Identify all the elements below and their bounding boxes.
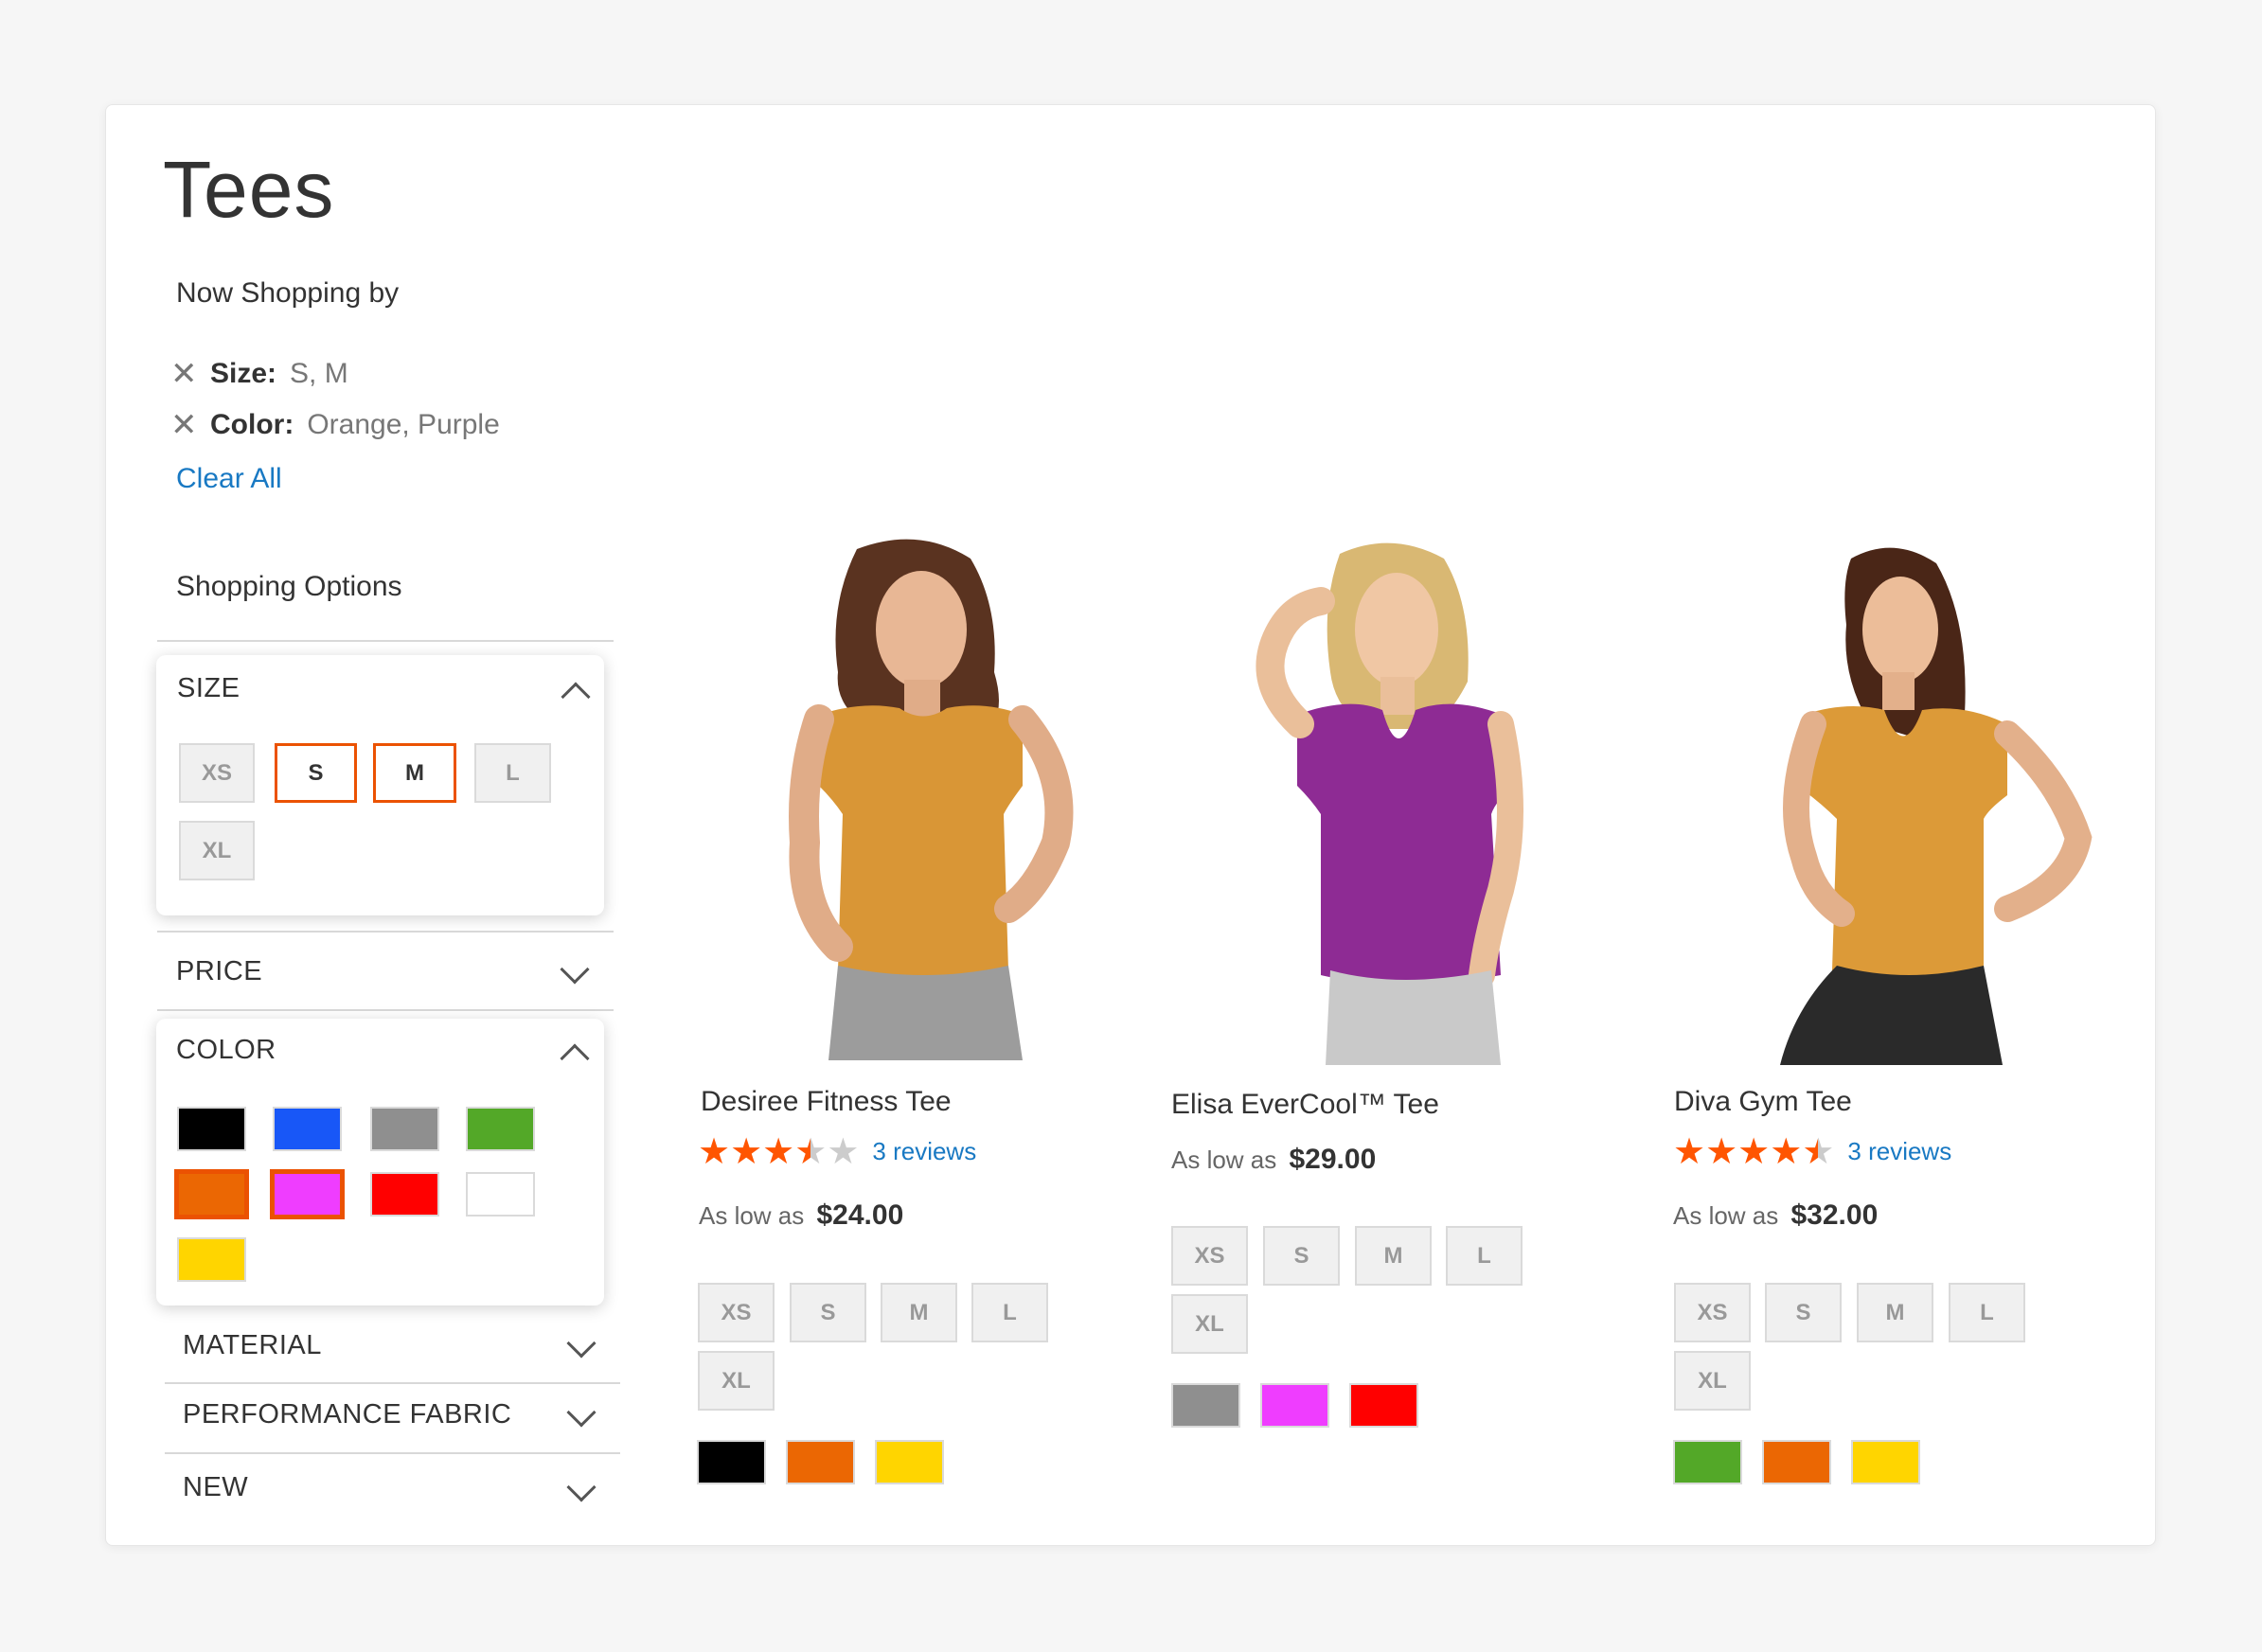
new-filter-title[interactable]: NEW <box>183 1472 248 1503</box>
product-size-swatch[interactable]: L <box>1446 1226 1523 1286</box>
now-shopping-heading: Now Shopping by <box>176 277 400 309</box>
star-icon: ★ <box>827 1130 860 1172</box>
divider <box>165 1452 620 1454</box>
half-star-icon: ★ <box>794 1130 828 1172</box>
price-prefix: As low as <box>1673 1201 1779 1230</box>
clear-all-link[interactable]: Clear All <box>176 463 282 495</box>
price-prefix: As low as <box>699 1201 805 1230</box>
active-filter-name: Color: <box>210 409 294 440</box>
active-filter-value: S, M <box>290 358 348 389</box>
divider <box>157 931 614 933</box>
color-swatch-orange[interactable] <box>174 1169 249 1219</box>
product-name[interactable]: Diva Gym Tee <box>1674 1086 1852 1118</box>
product-color-swatch[interactable] <box>1762 1440 1831 1484</box>
star-icon: ★ <box>1673 1130 1706 1172</box>
product-size-swatch[interactable]: M <box>1857 1283 1933 1342</box>
size-filter-title[interactable]: SIZE <box>177 673 240 704</box>
color-swatch-yellow[interactable] <box>177 1237 246 1282</box>
rating-stars: ★ ★ ★ ★ ★ 3 reviews <box>1673 1133 1951 1169</box>
product-image[interactable] <box>1198 530 1595 1065</box>
divider <box>165 1382 620 1384</box>
color-swatch-white[interactable] <box>466 1172 535 1217</box>
star-icon: ★ <box>730 1130 763 1172</box>
price-value: $32.00 <box>1790 1199 1879 1231</box>
color-swatch-red[interactable] <box>370 1172 439 1217</box>
product-color-swatch[interactable] <box>875 1440 944 1484</box>
product-color-swatch[interactable] <box>786 1440 855 1484</box>
product-image[interactable] <box>696 530 1113 1060</box>
product-size-swatch[interactable]: XS <box>698 1283 775 1342</box>
product-size-swatch[interactable]: S <box>1263 1226 1340 1286</box>
product-size-swatch[interactable]: L <box>1949 1283 2025 1342</box>
product-color-swatch[interactable] <box>697 1440 766 1484</box>
size-swatch-m[interactable]: M <box>373 743 456 803</box>
product-color-swatch[interactable] <box>1260 1383 1329 1428</box>
size-swatch-xl[interactable]: XL <box>179 821 255 880</box>
product-size-swatch[interactable]: XL <box>1674 1351 1751 1411</box>
product-image[interactable] <box>1652 535 2111 1065</box>
product-price: As low as $24.00 <box>699 1199 903 1232</box>
reviews-link[interactable]: 3 reviews <box>1847 1137 1951 1166</box>
product-size-swatch[interactable]: M <box>1355 1226 1432 1286</box>
half-star-icon: ★ <box>1802 1130 1835 1172</box>
divider <box>157 640 614 642</box>
active-filter-size: ✕ Size: S, M <box>170 358 348 390</box>
shopping-options-heading: Shopping Options <box>176 571 402 602</box>
size-swatch-l[interactable]: L <box>474 743 551 803</box>
product-price: As low as $29.00 <box>1171 1144 1376 1176</box>
active-filter-value: Orange, Purple <box>307 409 500 440</box>
product-size-swatch[interactable]: L <box>971 1283 1048 1342</box>
star-icon: ★ <box>1705 1130 1738 1172</box>
star-icon: ★ <box>1737 1130 1771 1172</box>
size-swatch-xs[interactable]: XS <box>179 743 255 803</box>
price-filter-title[interactable]: PRICE <box>176 956 262 987</box>
product-color-swatch[interactable] <box>1673 1440 1742 1484</box>
product-price: As low as $32.00 <box>1673 1199 1878 1232</box>
product-color-swatch[interactable] <box>1349 1383 1418 1428</box>
product-size-swatch[interactable]: S <box>1765 1283 1842 1342</box>
remove-filter-icon[interactable]: ✕ <box>170 358 199 390</box>
product-name[interactable]: Desiree Fitness Tee <box>701 1086 952 1118</box>
product-size-swatch[interactable]: XL <box>698 1351 775 1411</box>
color-swatch-green[interactable] <box>466 1107 535 1151</box>
material-filter-title[interactable]: MATERIAL <box>183 1330 322 1361</box>
performance-fabric-filter-title[interactable]: PERFORMANCE FABRIC <box>183 1399 511 1430</box>
page-title: Tees <box>163 145 335 234</box>
price-value: $24.00 <box>816 1199 904 1231</box>
divider <box>157 1009 614 1011</box>
product-size-swatch[interactable]: XS <box>1674 1283 1751 1342</box>
price-prefix: As low as <box>1171 1146 1277 1174</box>
color-swatch-black[interactable] <box>177 1107 246 1151</box>
star-icon: ★ <box>1770 1130 1803 1172</box>
remove-filter-icon[interactable]: ✕ <box>170 409 199 441</box>
color-swatch-purple[interactable] <box>270 1169 345 1219</box>
active-filter-name: Size: <box>210 358 277 389</box>
star-icon: ★ <box>698 1130 731 1172</box>
reviews-link[interactable]: 3 reviews <box>872 1137 976 1166</box>
product-size-swatch[interactable]: XS <box>1171 1226 1248 1286</box>
color-swatch-blue[interactable] <box>273 1107 342 1151</box>
color-swatch-gray[interactable] <box>370 1107 439 1151</box>
size-swatch-s[interactable]: S <box>275 743 357 803</box>
price-value: $29.00 <box>1289 1144 1377 1175</box>
active-filter-color: ✕ Color: Orange, Purple <box>170 409 500 441</box>
product-name[interactable]: Elisa EverCool™ Tee <box>1171 1089 1439 1121</box>
product-size-swatch[interactable]: XL <box>1171 1294 1248 1354</box>
star-icon: ★ <box>762 1130 795 1172</box>
product-color-swatch[interactable] <box>1851 1440 1920 1484</box>
product-size-swatch[interactable]: S <box>790 1283 866 1342</box>
product-color-swatch[interactable] <box>1171 1383 1240 1428</box>
color-filter-title[interactable]: COLOR <box>176 1035 276 1066</box>
rating-stars: ★ ★ ★ ★ ★ 3 reviews <box>698 1133 976 1169</box>
product-size-swatch[interactable]: M <box>881 1283 957 1342</box>
